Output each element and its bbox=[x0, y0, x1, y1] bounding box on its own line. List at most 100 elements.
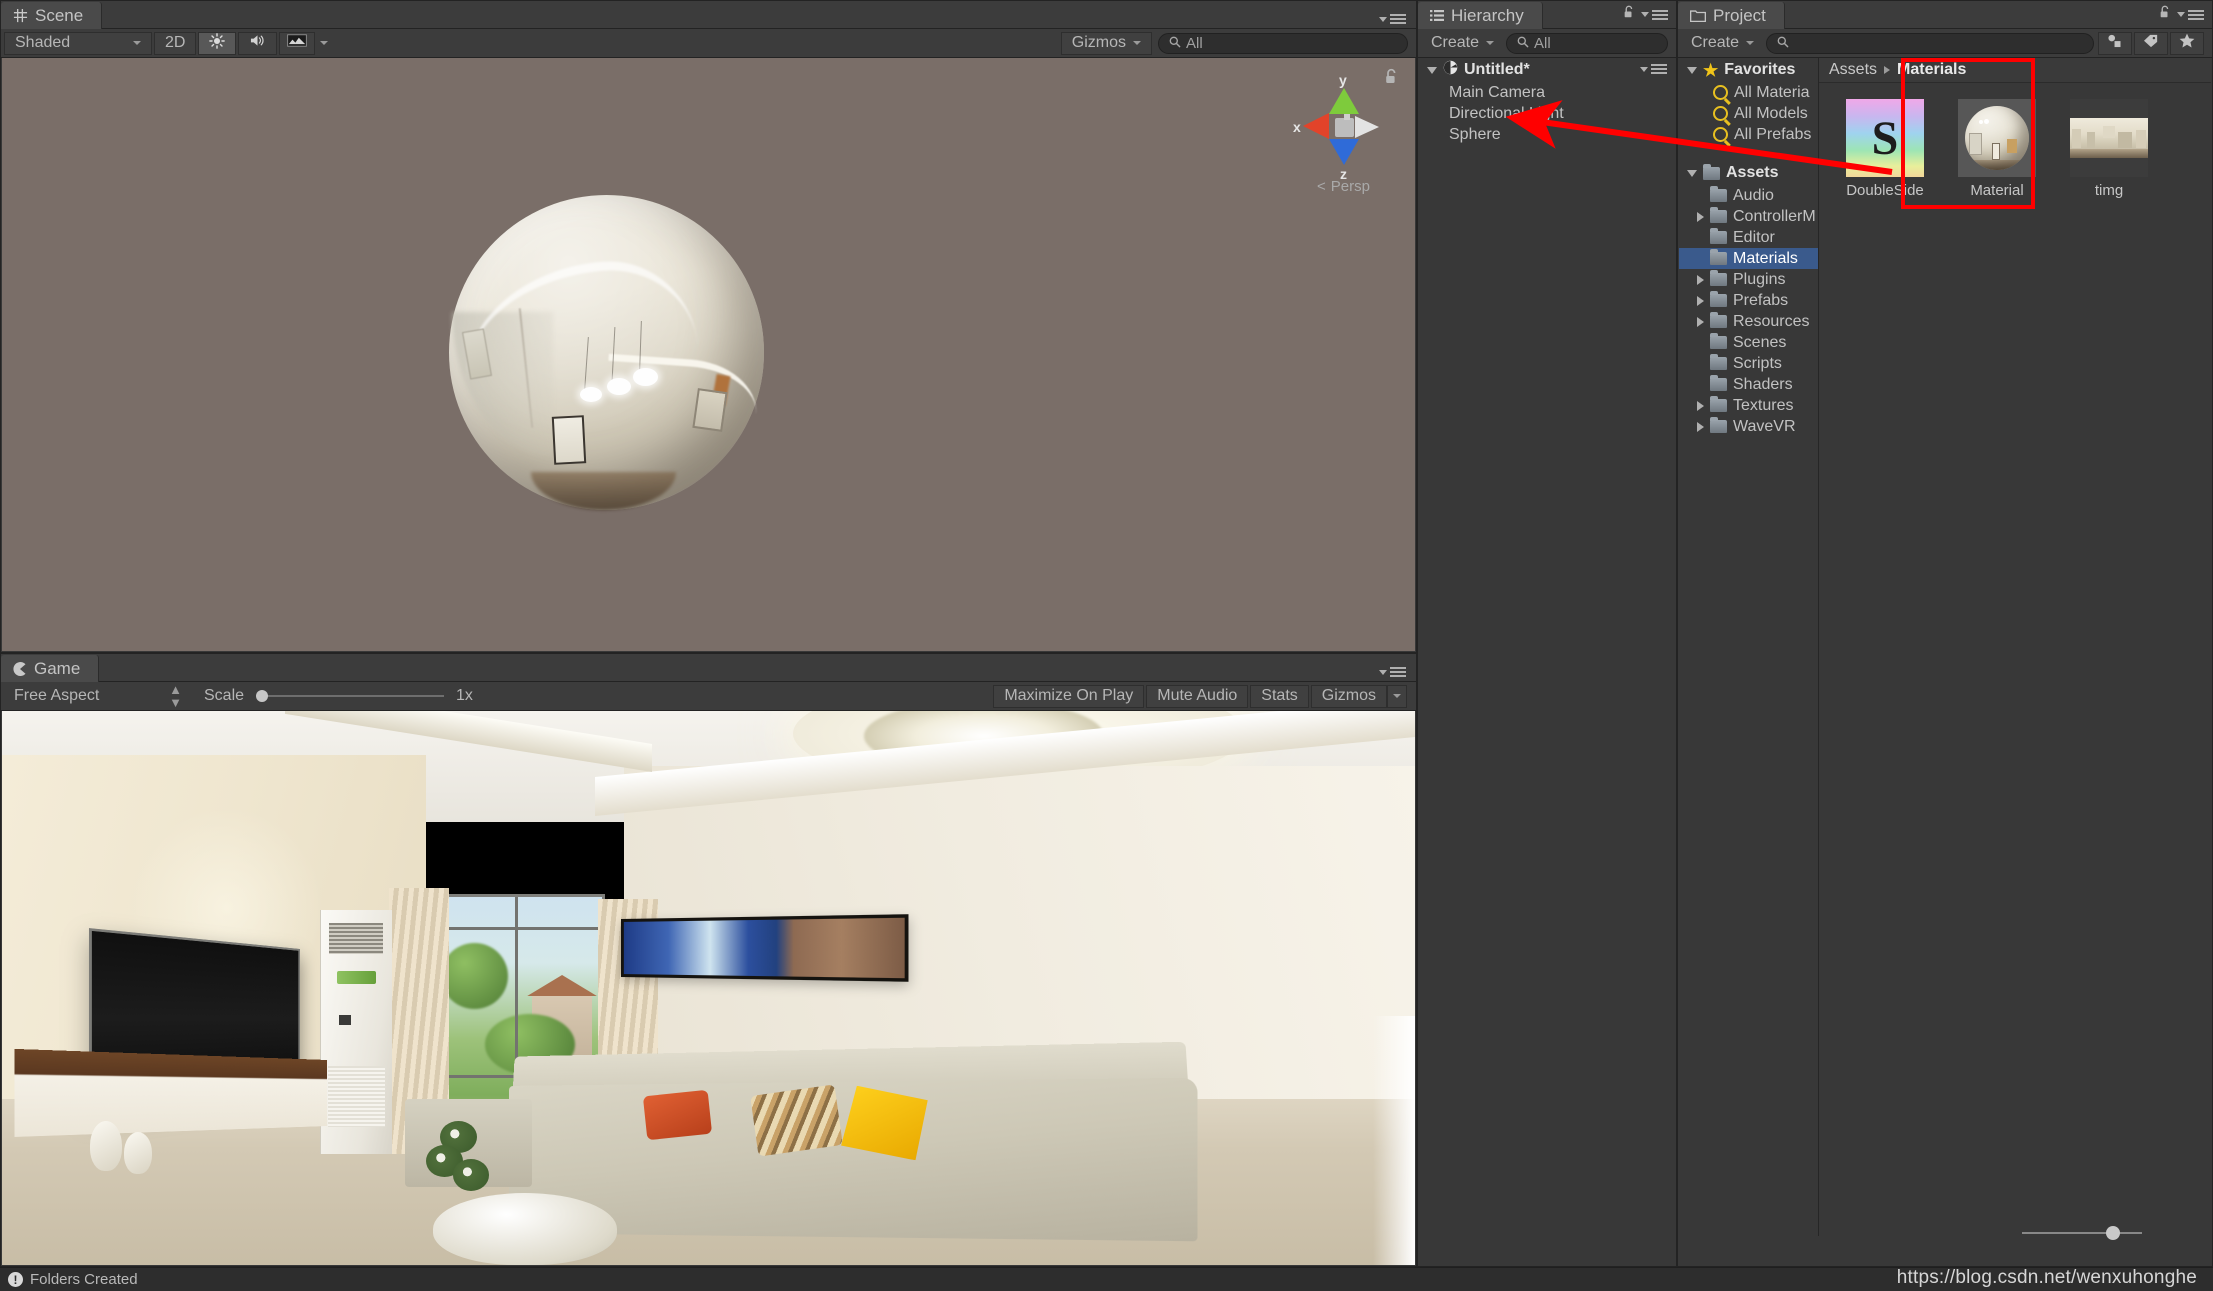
chevron-down-icon[interactable] bbox=[1687, 67, 1697, 74]
project-folder-tree[interactable]: ★ Favorites All Materia All Models All P… bbox=[1679, 58, 1819, 1236]
tab-hierarchy[interactable]: Hierarchy bbox=[1418, 2, 1543, 29]
folder-controllermodel[interactable]: ControllerM bbox=[1679, 206, 1818, 227]
status-message[interactable]: ! Folders Created bbox=[0, 1271, 138, 1288]
folder-label: Shaders bbox=[1733, 376, 1793, 394]
scene-effects-caret[interactable] bbox=[317, 32, 331, 55]
folder-prefabs[interactable]: Prefabs bbox=[1679, 290, 1818, 311]
asset-item-material[interactable]: Material bbox=[1945, 99, 2049, 199]
hierarchy-item-main-camera[interactable]: Main Camera bbox=[1419, 82, 1675, 103]
gizmo-projection-label[interactable]: Persp bbox=[1331, 178, 1370, 195]
search-icon bbox=[1713, 127, 1728, 142]
scene-view-gizmo[interactable]: y z x < Persp bbox=[1283, 66, 1403, 196]
gizmo-x-cone[interactable] bbox=[1303, 113, 1329, 139]
chevron-down-icon[interactable] bbox=[1427, 67, 1437, 74]
folder-scenes[interactable]: Scenes bbox=[1679, 332, 1818, 353]
filter-by-favorite-button[interactable] bbox=[2170, 32, 2204, 55]
folder-audio[interactable]: Audio bbox=[1679, 185, 1818, 206]
folder-icon bbox=[1710, 210, 1727, 223]
mute-audio-button[interactable]: Mute Audio bbox=[1146, 685, 1248, 708]
chevron-right-icon[interactable] bbox=[1697, 275, 1704, 285]
gizmo-center-cube[interactable] bbox=[1335, 118, 1354, 137]
scale-slider[interactable]: Scale 1x bbox=[194, 685, 483, 708]
scene-context-menu[interactable] bbox=[1640, 64, 1667, 74]
scale-slider-knob[interactable] bbox=[256, 690, 268, 702]
folder-plugins[interactable]: Plugins bbox=[1679, 269, 1818, 290]
asset-zoom-knob[interactable] bbox=[2106, 1226, 2120, 1240]
folder-icon bbox=[1710, 273, 1727, 286]
favorite-all-materials[interactable]: All Materia bbox=[1679, 82, 1818, 103]
folder-shaders[interactable]: Shaders bbox=[1679, 374, 1818, 395]
tab-game[interactable]: Game bbox=[1, 655, 99, 682]
asset-zoom-slider[interactable] bbox=[2022, 1226, 2142, 1240]
folder-textures[interactable]: Textures bbox=[1679, 395, 1818, 416]
project-panel-menu[interactable] bbox=[2177, 10, 2204, 20]
gizmo-neg-x-cone[interactable] bbox=[1355, 116, 1379, 138]
project-create-button[interactable]: Create bbox=[1681, 32, 1764, 55]
project-search-input[interactable] bbox=[1766, 33, 2094, 54]
hierarchy-panel-menu[interactable] bbox=[1641, 10, 1668, 20]
lock-open-icon[interactable] bbox=[1384, 68, 1399, 90]
hierarchy-tree[interactable]: Untitled* Main Camera Directional Light … bbox=[1419, 58, 1675, 1265]
chevron-right-icon[interactable] bbox=[1697, 212, 1704, 222]
chevron-right-icon[interactable] bbox=[1697, 296, 1704, 306]
scene-lighting-toggle[interactable] bbox=[198, 32, 236, 55]
hierarchy-scene-root[interactable]: Untitled* bbox=[1419, 58, 1675, 82]
favorite-all-models[interactable]: All Models bbox=[1679, 103, 1818, 124]
toggle-2d-button[interactable]: 2D bbox=[154, 32, 196, 55]
scene-panel-menu[interactable] bbox=[1379, 14, 1416, 28]
asset-item-timg[interactable]: timg bbox=[2057, 99, 2161, 199]
gizmos-dropdown[interactable]: Gizmos bbox=[1061, 32, 1152, 55]
material-thumbnail bbox=[1958, 99, 2036, 177]
folder-resources[interactable]: Resources bbox=[1679, 311, 1818, 332]
game-panel-menu[interactable] bbox=[1379, 667, 1416, 681]
assets-root[interactable]: Assets bbox=[1679, 161, 1818, 185]
chevron-right-icon[interactable] bbox=[1697, 422, 1704, 432]
breadcrumb-assets[interactable]: Assets bbox=[1829, 61, 1877, 79]
folder-scripts[interactable]: Scripts bbox=[1679, 353, 1818, 374]
hierarchy-search-input[interactable]: All bbox=[1506, 33, 1668, 54]
folder-wavevr[interactable]: WaveVR bbox=[1679, 416, 1818, 437]
scene-sphere-object[interactable] bbox=[449, 195, 764, 510]
game-toolbar: Free Aspect ▲ ▼ Scale 1x Maximize On Play… bbox=[1, 682, 1416, 711]
tab-project-label: Project bbox=[1713, 6, 1766, 26]
filter-by-type-button[interactable] bbox=[2098, 32, 2132, 55]
scene-effects-dropdown[interactable] bbox=[279, 32, 315, 55]
hierarchy-scene-name: Untitled* bbox=[1464, 61, 1530, 79]
favorites-root[interactable]: ★ Favorites bbox=[1679, 58, 1818, 82]
breadcrumb: Assets Materials bbox=[1819, 58, 2211, 83]
lock-open-icon[interactable] bbox=[2159, 5, 2171, 24]
chevron-right-icon[interactable] bbox=[1697, 401, 1704, 411]
stats-button[interactable]: Stats bbox=[1250, 685, 1308, 708]
gizmo-y-cone[interactable] bbox=[1329, 88, 1359, 114]
chevron-right-icon[interactable] bbox=[1697, 317, 1704, 327]
aspect-ratio-dropdown[interactable]: Free Aspect ▲ ▼ bbox=[4, 685, 192, 708]
hierarchy-item-sphere[interactable]: Sphere bbox=[1419, 124, 1675, 145]
tab-scene[interactable]: Scene bbox=[1, 2, 102, 29]
draw-mode-dropdown[interactable]: Shaded bbox=[4, 32, 152, 55]
game-viewport[interactable] bbox=[2, 711, 1415, 1265]
scene-audio-toggle[interactable] bbox=[238, 32, 277, 55]
lock-open-icon[interactable] bbox=[1623, 5, 1635, 24]
folder-materials[interactable]: Materials bbox=[1679, 248, 1818, 269]
chevron-down-icon[interactable] bbox=[1687, 170, 1697, 177]
asset-item-doubleside[interactable]: S DoubleSide bbox=[1833, 99, 1937, 199]
chevron-down-icon bbox=[1746, 41, 1754, 45]
scene-viewport[interactable]: y z x < Persp bbox=[2, 58, 1415, 651]
tab-project[interactable]: Project bbox=[1678, 2, 1785, 29]
game-tabbar: Game bbox=[1, 654, 1416, 682]
favorite-all-prefabs[interactable]: All Prefabs bbox=[1679, 124, 1818, 145]
hierarchy-item-directional-light[interactable]: Directional Light bbox=[1419, 103, 1675, 124]
game-gizmos-caret[interactable] bbox=[1387, 685, 1407, 708]
hierarchy-create-button[interactable]: Create bbox=[1421, 32, 1504, 55]
filter-by-label-button[interactable] bbox=[2134, 32, 2168, 55]
hierarchy-list-icon bbox=[1430, 9, 1444, 22]
project-asset-grid[interactable]: Assets Materials S DoubleSide Material t… bbox=[1819, 58, 2211, 1236]
gizmo-z-cone[interactable] bbox=[1329, 139, 1359, 165]
chevron-right-icon bbox=[1884, 66, 1890, 74]
maximize-on-play-button[interactable]: Maximize On Play bbox=[993, 685, 1144, 708]
chevron-down-icon bbox=[1379, 670, 1387, 675]
game-gizmos-button[interactable]: Gizmos bbox=[1311, 685, 1387, 708]
folder-label: Plugins bbox=[1733, 271, 1785, 289]
folder-editor[interactable]: Editor bbox=[1679, 227, 1818, 248]
scene-search-input[interactable]: All bbox=[1158, 33, 1408, 54]
